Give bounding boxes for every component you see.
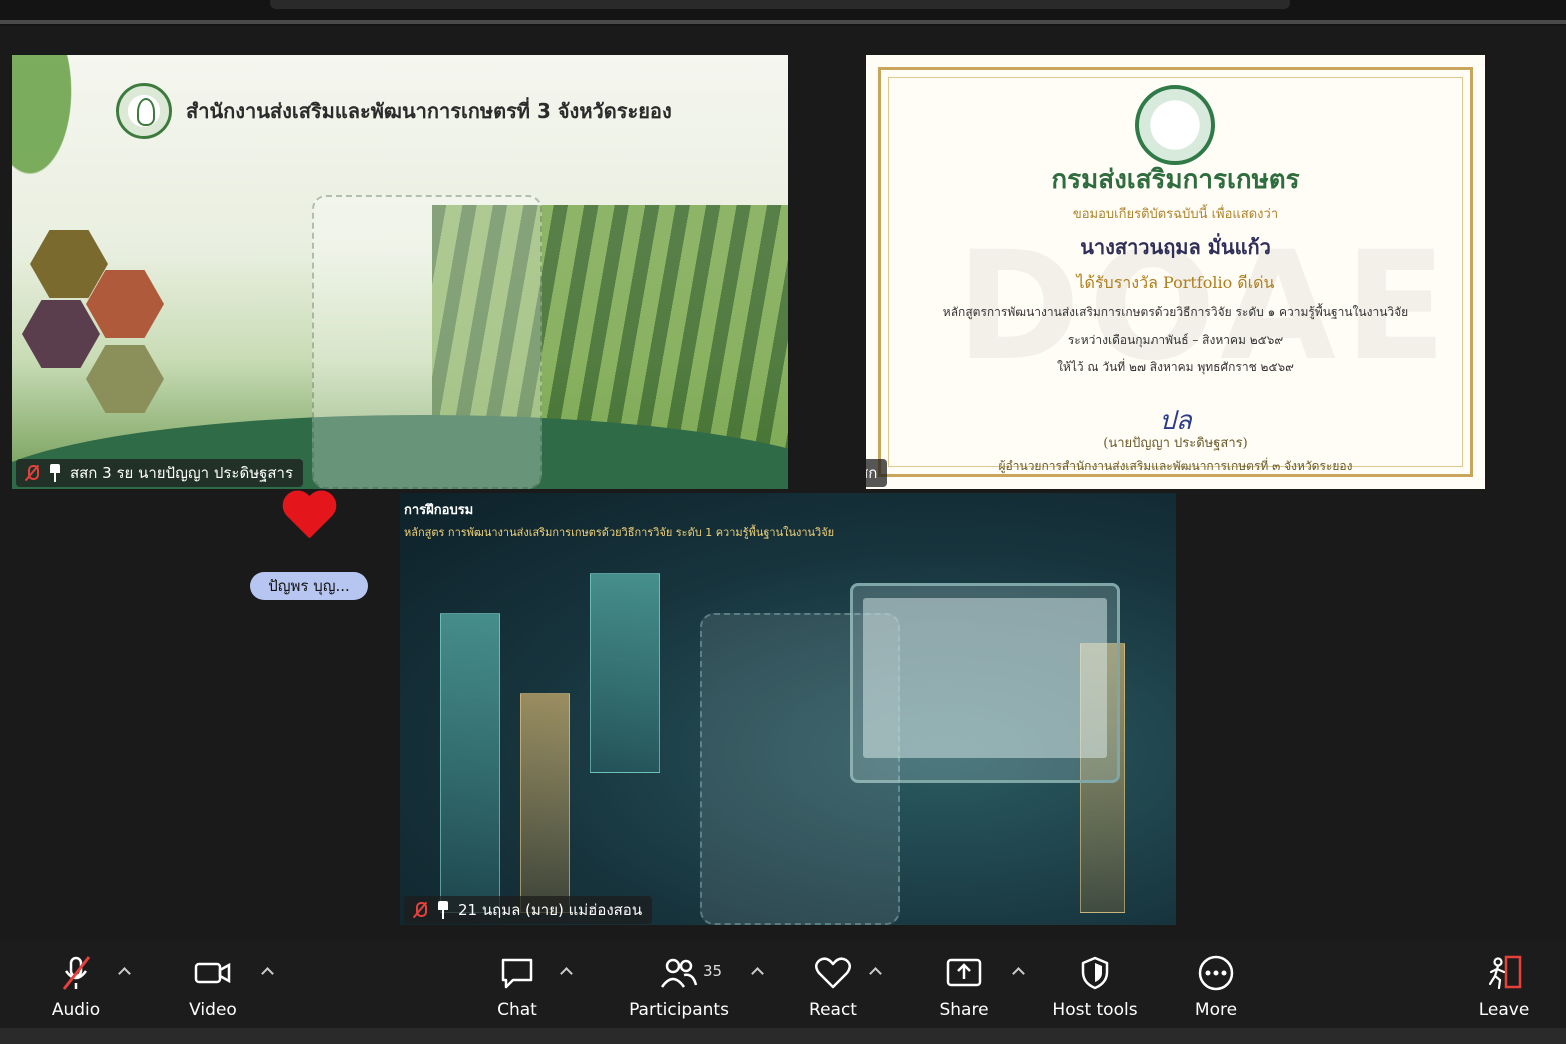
department-seal-icon [116,83,172,139]
certificate-recipient: นางสาวนฤมล มั่นแก้ว [1080,235,1271,259]
slide-subtitle: หลักสูตร การพัฒนางานส่งเสริมการเกษตรด้วย… [404,526,835,539]
certificate-department: กรมส่งเสริมการเกษตร [1051,165,1300,195]
banner: สำนักงานส่งเสริมและพัฒนาการเกษตรที่ 3 จั… [116,83,672,139]
video-tile-active-speaker[interactable]: การฝึกอบรม หลักสูตร การพัฒนางานส่งเสริมก… [400,493,1176,925]
divider [0,20,1566,24]
mic-muted-icon [56,954,96,992]
background-bar [440,613,500,913]
participant-nametag: 21 นฤมล (มาย) แม่ฮ่องสอน [404,896,653,924]
react-options-chevron-icon[interactable] [867,964,883,980]
more-dots-icon [1196,954,1236,992]
video-tile-host[interactable]: สำนักงานส่งเสริมและพัฒนาการเกษตรที่ 3 จั… [12,55,788,489]
video-options-chevron-icon[interactable] [259,964,275,980]
department-seal-icon [1135,85,1215,165]
background-bar [590,573,660,773]
shield-icon [1075,954,1115,992]
video-tile-shared-certificate[interactable]: DOAE กรมส่งเสริมการเกษตร ขอมอบเกียรติบัต… [866,55,1485,489]
participants-count: 35 [703,962,723,980]
participant-video-placeholder [700,613,900,925]
participant-name: สสก [866,464,878,482]
share-options-chevron-icon[interactable] [1010,964,1026,980]
camera-icon [193,954,233,992]
meeting-window: สำนักงานส่งเสริมและพัฒนาการเกษตรที่ 3 จั… [0,0,1566,1044]
chat-options-chevron-icon[interactable] [558,964,574,980]
share-screen-icon [944,954,984,992]
participant-name: สสก 3 รย นายปัญญา ประดิษฐสาร [70,464,294,482]
heart-reaction-icon [280,492,338,544]
background-bar [520,693,570,913]
heart-icon [813,954,853,992]
leave-button[interactable]: Leave [1444,954,1564,1026]
pin-icon [48,464,62,482]
certificate-period: ระหว่างเดือนกุมภาพันธ์ – สิงหาคม ๒๕๖๙ [1067,333,1284,347]
more-button[interactable]: More [1156,954,1276,1026]
mic-muted-icon [412,901,428,919]
certificate-course: หลักสูตรการพัฒนางานส่งเสริมการเกษตรด้วยว… [942,305,1409,319]
certificate-conferral: ขอมอบเกียรติบัตรฉบับนี้ เพื่อแสดงว่า [1072,207,1279,222]
mic-muted-icon [24,464,40,482]
banner-title: สำนักงานส่งเสริมและพัฒนาการเกษตรที่ 3 จั… [186,99,672,123]
bottom-edge [0,1028,1566,1044]
participants-icon [659,954,699,992]
top-thumbnail-strip [0,0,1566,26]
host-tools-button[interactable]: Host tools [1035,954,1155,1026]
pin-icon [436,901,450,919]
certificate-signer-position: ผู้อำนวยการสำนักงานส่งเสริมและพัฒนาการเก… [998,459,1353,473]
chat-bubble-icon [497,954,537,992]
virtual-background [12,55,102,235]
certificate-award: ได้รับรางวัล Portfolio ดีเด่น [1076,273,1275,292]
share-button[interactable]: Share [904,954,1024,1026]
gallery-thumbnails[interactable] [270,0,1290,9]
participant-video-placeholder [312,195,542,489]
participant-nametag: สสก [866,459,888,487]
leave-door-icon [1484,954,1524,992]
audio-options-chevron-icon[interactable] [116,964,132,980]
certificate-signer: (นายปัญญา ประดิษฐสาร) [1103,436,1248,451]
participants-options-chevron-icon[interactable] [749,964,765,980]
participant-nametag: สสก 3 รย นายปัญญา ประดิษฐสาร [16,459,304,487]
participant-name: 21 นฤมล (มาย) แม่ฮ่องสอน [458,901,643,919]
reaction-sender-name: ปัญพร บุญ... [250,572,368,600]
slide-title: การฝึกอบรม [404,503,474,518]
video-button[interactable]: Video [153,954,273,1026]
certificate-date: ให้ไว้ ณ วันที่ ๒๗ สิงหาคม พุทธศักราช ๒๕… [1057,360,1294,374]
